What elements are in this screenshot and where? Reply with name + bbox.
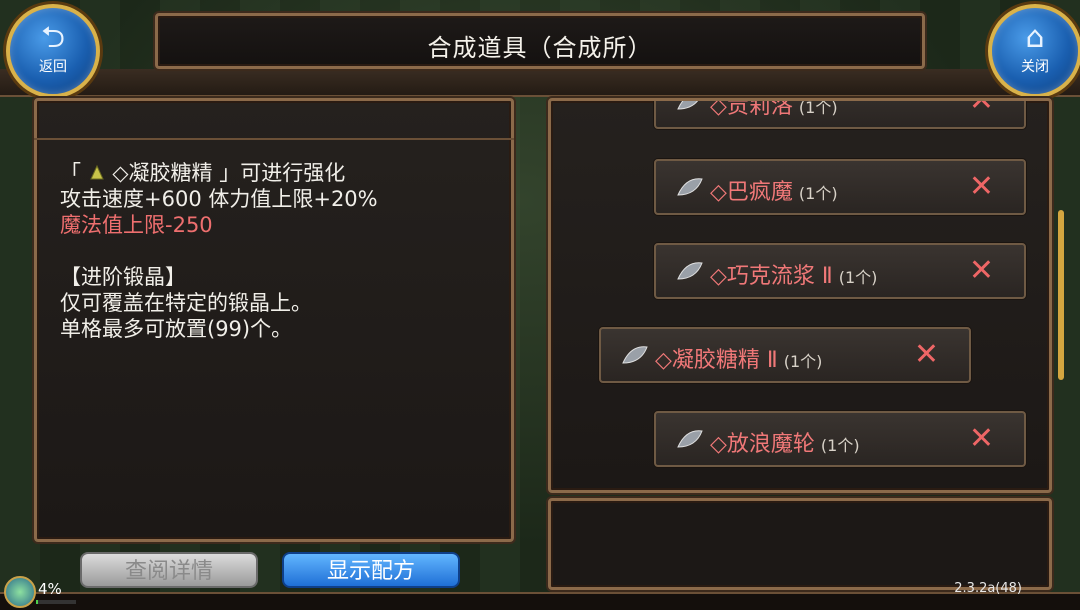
list-item[interactable]: ◇巧克流浆 Ⅱ (1个) ✕: [654, 243, 1026, 299]
progress-fill: [36, 600, 38, 604]
list-item-name: ◇凝胶糖精 Ⅱ (1个): [655, 348, 823, 373]
close-label: 关闭: [1021, 59, 1049, 75]
leaf-icon: [677, 430, 703, 448]
back-label: 返回: [39, 59, 67, 75]
leaf-icon: [622, 346, 648, 364]
remove-icon[interactable]: ✕: [969, 101, 994, 118]
title-bar: 合成道具（合成所）: [155, 13, 925, 69]
window-title: 合成道具（合成所）: [427, 34, 653, 62]
remove-icon[interactable]: ✕: [969, 253, 994, 288]
progress-bar: [36, 600, 76, 604]
rule-line-2: 单格最多可放置(99)个。: [60, 317, 293, 341]
header-strip: [0, 69, 1080, 97]
leaf-icon: [677, 262, 703, 280]
back-button[interactable]: ⮌ 返回: [6, 4, 100, 98]
remove-icon[interactable]: ✕: [914, 337, 939, 372]
close-button[interactable]: ⌂ 关闭: [988, 4, 1080, 98]
material-list-panel[interactable]: ◇贡莉洛 (1个) ✕ ◇巴疯魔 (1个) ✕ ◇巧克流浆 Ⅱ (1个) ✕ ◇凝胶糖…: [548, 98, 1052, 493]
enhance-line: 「 ◇凝胶糖精 」可进行强化: [60, 160, 378, 186]
bracket-open: 「: [60, 161, 81, 185]
leaf-icon: [677, 101, 699, 110]
detail-divider: [34, 138, 514, 140]
list-item-name: ◇巧克流浆 Ⅱ (1个): [710, 264, 878, 289]
rule-line-1: 仅可覆盖在特定的锻晶上。: [60, 291, 312, 315]
view-detail-button[interactable]: 查阅详情: [80, 552, 258, 588]
list-item[interactable]: ◇放浪魔轮 (1个) ✕: [654, 411, 1026, 467]
enhance-suffix: 」可进行强化: [219, 161, 346, 185]
version-label: 2.3.2a(48): [954, 581, 1022, 596]
home-icon: ⌂: [1025, 20, 1045, 55]
recipe-slot-panel: [548, 498, 1052, 590]
list-item-name: ◇贡莉洛 (1个): [710, 98, 838, 119]
list-item-selected[interactable]: ◇凝胶糖精 Ⅱ (1个) ✕: [599, 327, 971, 383]
footer-strip: [0, 592, 1080, 610]
stat-line-1: 攻击速度+600 体力值上限+20%: [60, 187, 378, 211]
list-item[interactable]: ◇贡莉洛 (1个) ✕: [654, 98, 1026, 129]
back-arrow-icon: ⮌: [40, 20, 66, 55]
stat-line-2: 魔法值上限-250: [60, 213, 213, 237]
list-scrollbar[interactable]: [1058, 210, 1064, 380]
remove-icon[interactable]: ✕: [969, 169, 994, 204]
item-name: ◇凝胶糖精: [112, 161, 213, 185]
list-item[interactable]: ◇巴疯魔 (1个) ✕: [654, 159, 1026, 215]
gem-icon: [89, 164, 104, 180]
list-item-name: ◇巴疯魔 (1个): [710, 180, 838, 205]
show-recipe-button[interactable]: 显示配方: [282, 552, 460, 588]
progress-percent: 4%: [38, 580, 62, 598]
remove-icon[interactable]: ✕: [969, 421, 994, 456]
minimap-icon[interactable]: [4, 576, 36, 608]
category-heading: 【进阶锻晶】: [60, 265, 186, 289]
list-item-name: ◇放浪魔轮 (1个): [710, 432, 860, 457]
leaf-icon: [677, 178, 703, 196]
item-description: 「 ◇凝胶糖精 」可进行强化 攻击速度+600 体力值上限+20% 魔法值上限-…: [60, 160, 378, 342]
